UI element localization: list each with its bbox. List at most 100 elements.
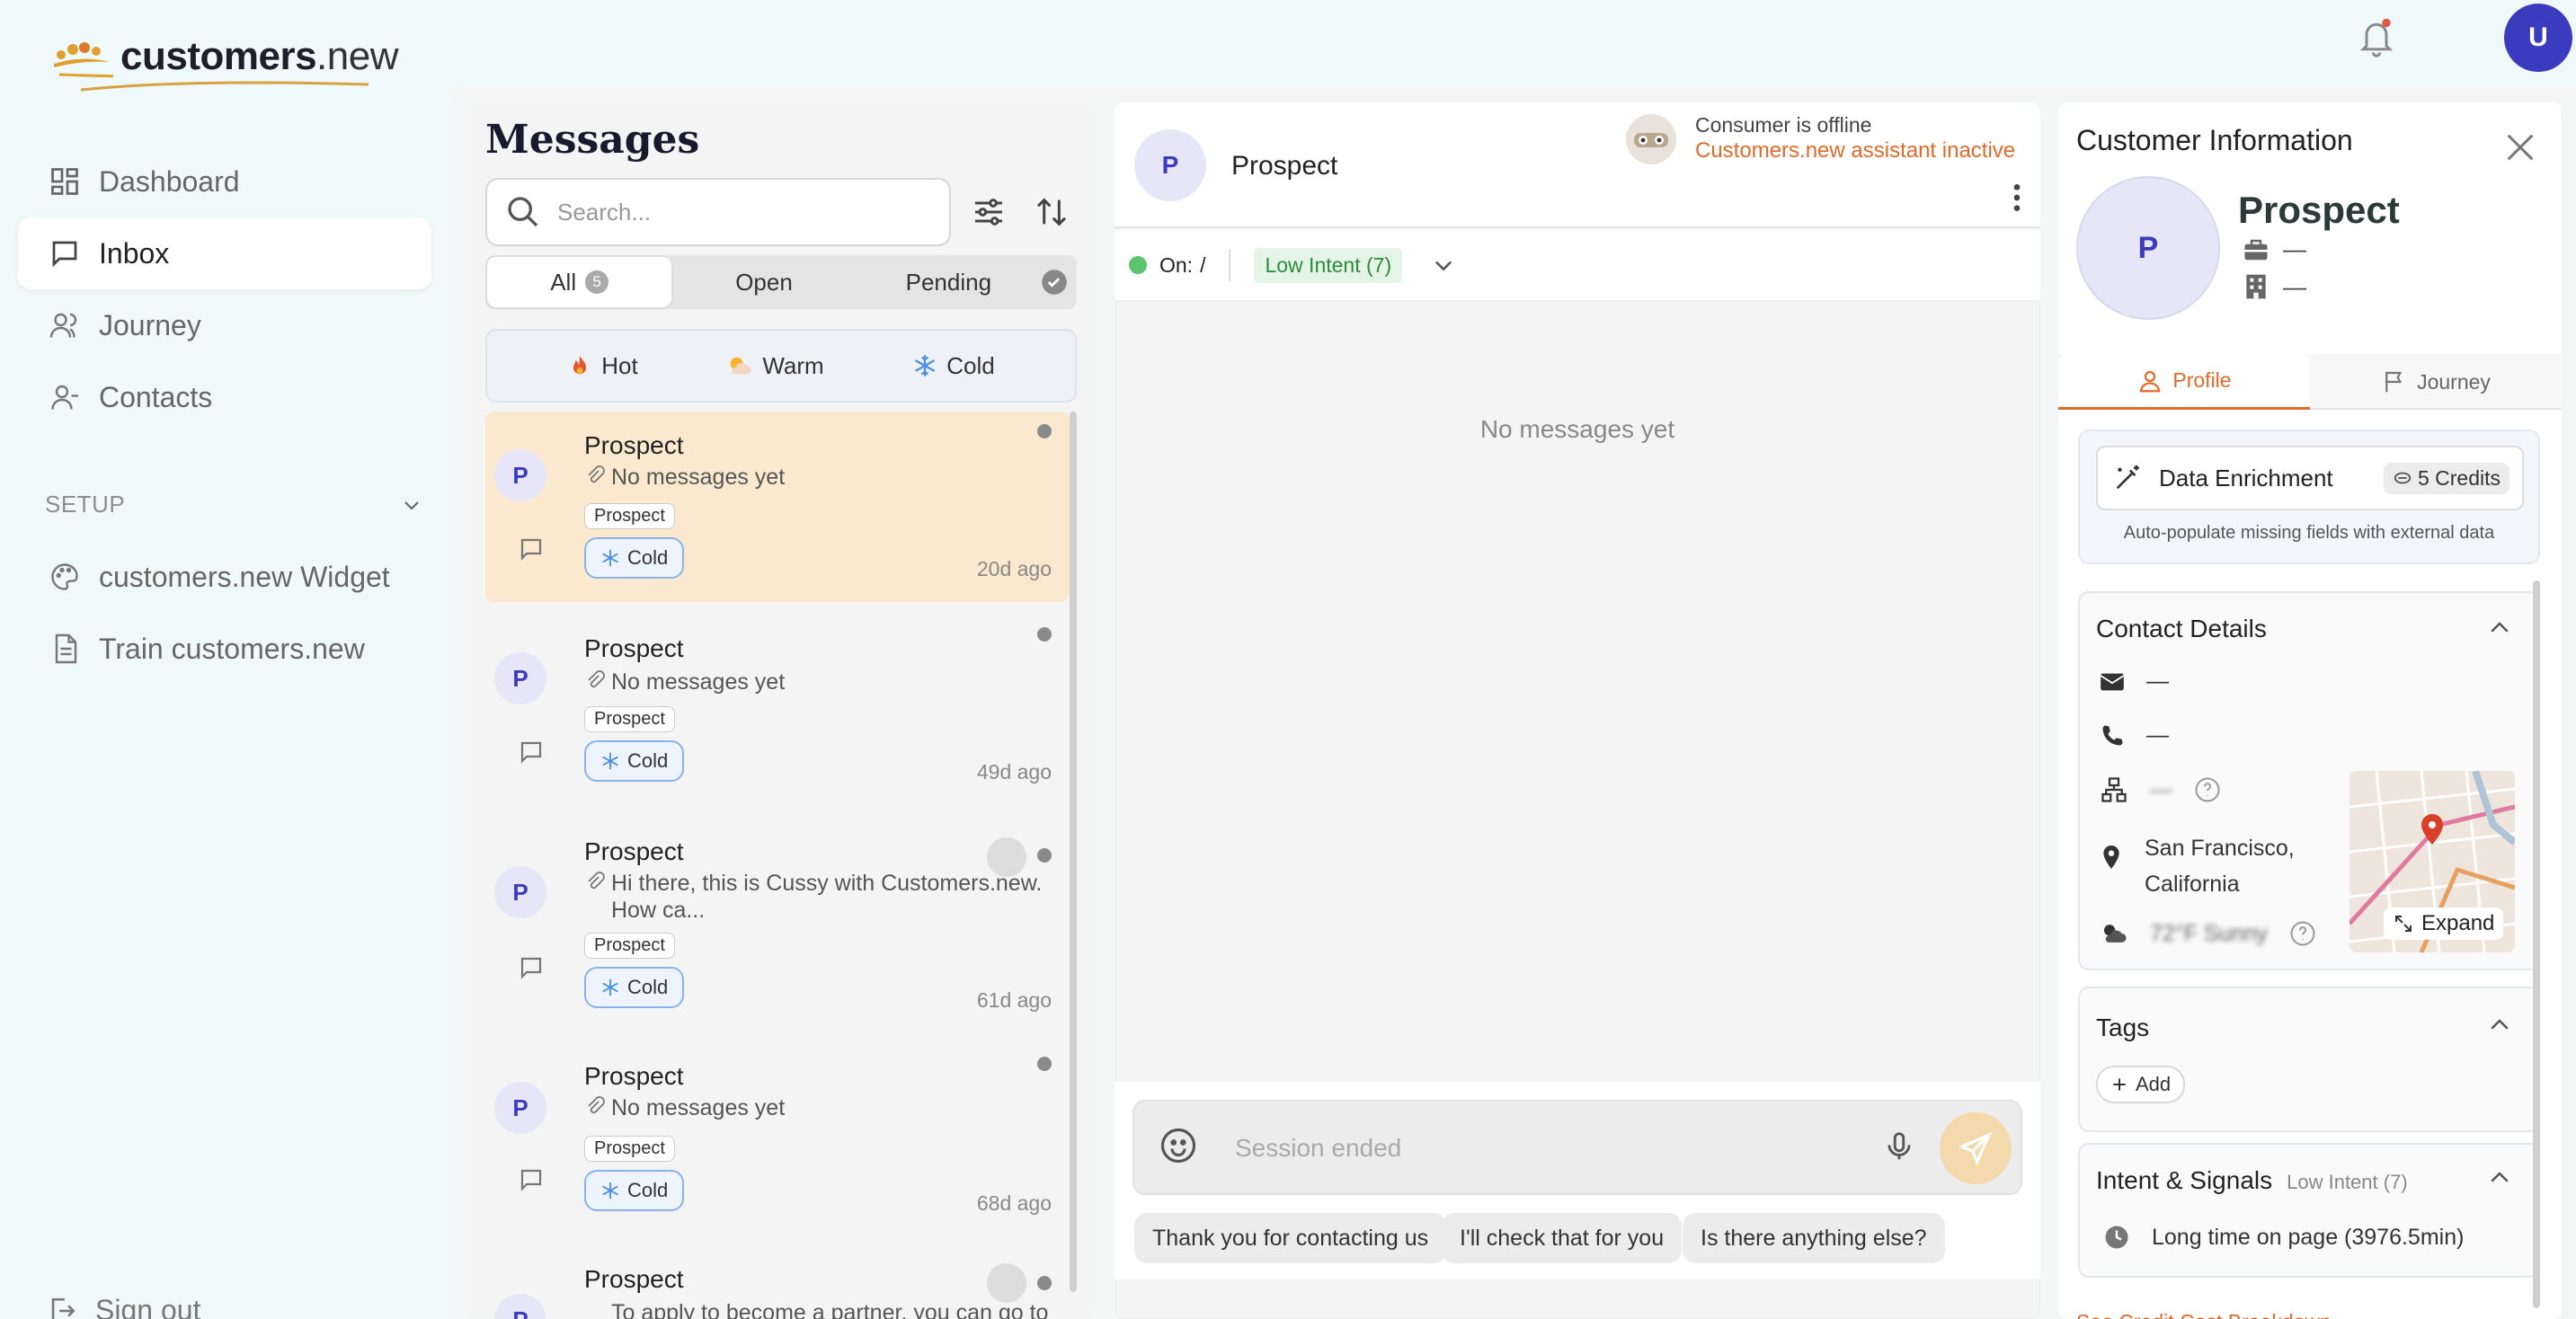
notifications-button[interactable] xyxy=(2357,16,2396,59)
tab-all[interactable]: All 5 xyxy=(487,257,672,307)
filter-warm[interactable]: Warm xyxy=(726,351,824,380)
sidebar-item-widget[interactable]: customers.new Widget xyxy=(18,541,431,613)
conversation-name: Prospect xyxy=(584,431,684,459)
filter-hot[interactable]: Hot xyxy=(567,352,638,380)
sidebar-item-inbox[interactable]: Inbox xyxy=(18,217,431,289)
conversation-name: Prospect xyxy=(584,837,684,865)
check-circle-icon[interactable] xyxy=(1041,269,1068,296)
conversation-item[interactable]: P Prospect No messages yet Prospect Cold… xyxy=(485,412,1070,602)
user-icon xyxy=(2140,370,2161,392)
sort-icon[interactable] xyxy=(1034,194,1070,230)
paperclip-icon xyxy=(588,670,605,688)
sidebar-item-journey[interactable]: Journey xyxy=(18,289,431,361)
mail-icon xyxy=(2100,673,2125,690)
help-icon[interactable] xyxy=(2289,920,2316,947)
filter-settings-icon[interactable] xyxy=(971,194,1007,230)
tab-profile[interactable]: Profile xyxy=(2058,354,2310,410)
customer-organization: — xyxy=(2242,271,2306,302)
chat-contact-avatar: P xyxy=(1134,129,1206,201)
empty-state: No messages yet xyxy=(1479,415,1675,443)
temperature-filters: Hot Warm Cold xyxy=(485,329,1077,403)
emoji-icon[interactable] xyxy=(1159,1127,1197,1164)
building-icon xyxy=(2246,274,2266,299)
more-options-icon[interactable] xyxy=(2004,180,2030,216)
chat-icon xyxy=(520,538,542,561)
info-panel-scrollbar[interactable] xyxy=(2533,580,2540,1308)
chevron-up-icon[interactable] xyxy=(2486,1164,2513,1191)
conversation-item[interactable]: P Prospect No messages yet Prospect Cold… xyxy=(485,1042,1070,1233)
filter-cold-label: Cold xyxy=(946,351,995,379)
logo-icon xyxy=(54,42,113,78)
temperature-badge: Cold xyxy=(584,967,685,1008)
search-icon xyxy=(508,197,538,227)
sidebar-item-contacts[interactable]: Contacts xyxy=(18,361,431,433)
add-tag-button[interactable]: Add xyxy=(2096,1066,2186,1103)
conversation-snippet: No messages yet xyxy=(584,1094,1052,1121)
sidebar-item-label: customers.new Widget xyxy=(99,560,390,593)
customer-info-title: Customer Information xyxy=(2076,124,2353,156)
contact-avatar: P xyxy=(494,1082,546,1134)
status-filter-tabs: All 5 Open Pending xyxy=(485,255,1077,309)
conversation-name: Prospect xyxy=(584,1265,684,1293)
contact-avatar: P xyxy=(494,866,546,918)
conversation-time: 68d ago xyxy=(976,1191,1052,1215)
search-input[interactable]: Search... xyxy=(485,178,951,246)
tab-pending[interactable]: Pending xyxy=(857,257,1041,307)
conversation-item[interactable]: P Prospect No messages yet Prospect Cold… xyxy=(485,615,1070,805)
conversation-item[interactable]: P Prospect Hi there, this is Cussy with … xyxy=(485,818,1070,1030)
expand-map-button[interactable]: Expand xyxy=(2384,907,2504,940)
network-icon xyxy=(2101,777,2127,802)
sign-out-label: Sign out xyxy=(95,1294,201,1319)
sidebar-item-train[interactable]: Train customers.new xyxy=(18,613,431,685)
unread-dot xyxy=(1037,424,1052,438)
chevron-down-icon[interactable] xyxy=(1431,252,1456,278)
weather-icon xyxy=(2103,925,2127,943)
contact-avatar: P xyxy=(494,652,546,704)
conversation-name: Prospect xyxy=(584,634,684,662)
phone-icon xyxy=(2102,724,2123,745)
tab-open[interactable]: Open xyxy=(671,257,856,307)
sidebar-item-label: Inbox xyxy=(99,236,170,270)
filter-warm-label: Warm xyxy=(762,351,824,379)
contact-phone: — xyxy=(2100,722,2169,748)
quick-reply-button[interactable]: Thank you for contacting us xyxy=(1134,1213,1447,1263)
conversation-time: 49d ago xyxy=(976,760,1052,783)
brand-logo[interactable]: customers.new xyxy=(50,34,398,79)
messages-title: Messages xyxy=(485,117,700,163)
conversation-snippet: To apply to become a partner, you can go… xyxy=(611,1300,1049,1319)
conversation-name: Prospect xyxy=(584,1062,684,1090)
send-button[interactable] xyxy=(1940,1112,2012,1184)
sign-out-button[interactable]: Sign out xyxy=(47,1294,200,1319)
unread-dot xyxy=(1037,627,1052,642)
chevron-up-icon[interactable] xyxy=(2486,615,2513,642)
conversation-item[interactable]: P Prospect To apply to become a partner,… xyxy=(485,1245,1070,1319)
chevron-up-icon[interactable] xyxy=(2486,1012,2513,1039)
conversation-tag: Prospect xyxy=(584,933,675,959)
quick-reply-button[interactable]: Is there anything else? xyxy=(1683,1213,1945,1263)
conversation-time: 20d ago xyxy=(976,557,1052,580)
expand-icon xyxy=(2395,916,2412,932)
setup-section-toggle[interactable]: SETUP xyxy=(45,491,422,518)
microphone-icon[interactable] xyxy=(1882,1127,1916,1166)
quick-reply-button[interactable]: I'll check that for you xyxy=(1442,1213,1683,1263)
assistant-avatar xyxy=(1626,114,1676,164)
search-placeholder: Search... xyxy=(557,198,652,226)
contact-details-title: Contact Details xyxy=(2096,615,2267,642)
consumer-status: Consumer is offline xyxy=(1695,113,1872,137)
briefcase-icon xyxy=(2244,239,2268,260)
chat-icon xyxy=(520,957,542,979)
unread-dot xyxy=(1037,848,1052,863)
conversation-list-scrollbar[interactable] xyxy=(1070,412,1077,1292)
filter-cold[interactable]: Cold xyxy=(912,351,995,380)
intent-signal-item: Long time on page (3976.5min) xyxy=(2103,1224,2464,1251)
flag-icon xyxy=(2385,371,2403,393)
close-icon[interactable] xyxy=(2502,129,2538,165)
tab-journey[interactable]: Journey xyxy=(2310,354,2562,410)
user-avatar[interactable]: U xyxy=(2504,4,2572,72)
unread-dot xyxy=(1037,1057,1052,1071)
sidebar-item-dashboard[interactable]: Dashboard xyxy=(18,146,431,217)
credit-breakdown-link[interactable]: See Credit Cost Breakdown xyxy=(2076,1310,2332,1319)
send-icon xyxy=(1958,1131,1993,1166)
data-enrichment-button[interactable]: Data Enrichment 5 Credits xyxy=(2096,446,2524,510)
help-icon[interactable] xyxy=(2194,776,2221,803)
